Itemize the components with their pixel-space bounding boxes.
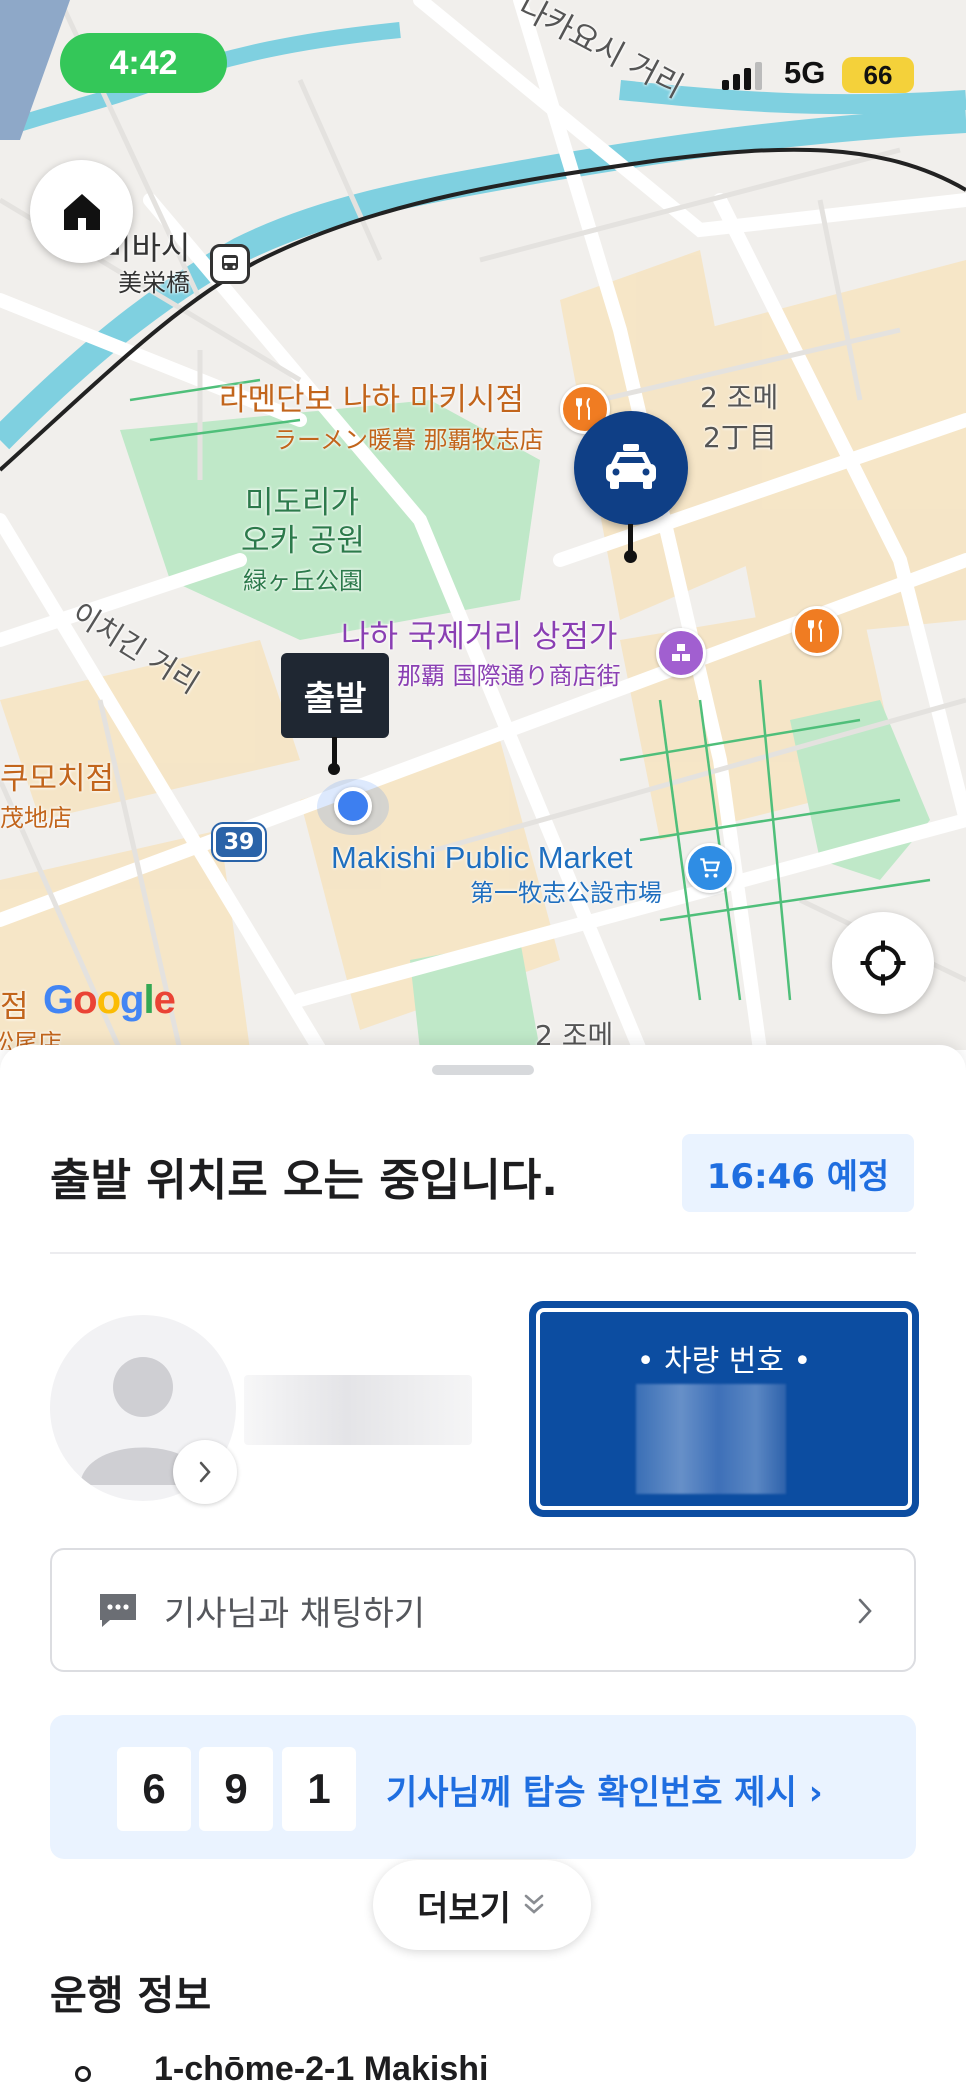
plate-label: • 차량 번호 • (636, 1344, 812, 1379)
divider (50, 1252, 916, 1254)
crosshair-icon (860, 940, 906, 986)
chat-label: 기사님과 채팅하기 (164, 1593, 426, 1634)
pin-digit: 6 (117, 1747, 191, 1831)
signal-icon (722, 62, 762, 90)
boarding-pin-box[interactable]: 6 9 1 기사님께 탑승 확인번호 제시 › (50, 1715, 916, 1859)
station-label-ja: 美栄橋 (118, 269, 190, 297)
restaurant-label-ja: ラーメン暖暮 那覇牧志店 (273, 426, 544, 454)
taxi-marker[interactable] (574, 411, 688, 525)
restaurant-poi-icon-2[interactable] (792, 606, 842, 656)
cart-icon[interactable] (685, 843, 735, 893)
market-label-en: Makishi Public Market (331, 840, 633, 875)
home-button[interactable] (30, 160, 133, 263)
start-location-marker[interactable]: 출발 (281, 653, 389, 738)
more-button[interactable]: 더보기 (373, 1860, 591, 1950)
left-edge-label-ko: 점 (0, 989, 29, 1025)
pin-digit: 1 (282, 1747, 356, 1831)
battery-level: 66 (842, 57, 914, 93)
driver-profile-button[interactable] (173, 1440, 237, 1504)
market-label-ja: 第一牧志公設市場 (470, 879, 662, 907)
pin-digit: 9 (199, 1747, 273, 1831)
license-plate: • 차량 번호 • (531, 1303, 917, 1515)
trip-info-title: 운행 정보 (50, 1973, 212, 2019)
chevron-right-icon (858, 1598, 872, 1624)
park-label-ko-2: 오카 공원 (241, 523, 365, 559)
park-label-ja: 緑ヶ丘公園 (243, 567, 363, 595)
sheet-grabber[interactable] (432, 1065, 534, 1075)
chat-bubble-icon (100, 1594, 136, 1627)
bus-icon[interactable] (210, 244, 250, 284)
start-marker-dot (328, 763, 340, 775)
district-label-ko: 2 조메 (700, 381, 779, 414)
eta-badge: 16:46 예정 (682, 1134, 914, 1212)
more-label: 더보기 (417, 1888, 511, 1929)
google-logo: Google (43, 978, 176, 1022)
driver-name (244, 1375, 472, 1445)
taxi-icon (606, 444, 656, 489)
network-type: 5G (784, 55, 826, 90)
home-icon (63, 193, 100, 230)
chevron-right-icon (199, 1461, 211, 1483)
origin-dot-icon (75, 2066, 91, 2082)
my-location-button[interactable] (832, 912, 934, 1014)
shopping-label-ja: 那覇 国際通り商店街 (397, 662, 621, 690)
ride-status-title: 출발 위치로 오는 중입니다. (50, 1155, 558, 1206)
shopping-poi-icon[interactable] (656, 628, 706, 678)
taxi-marker-dot (624, 550, 637, 563)
tsumuji-label-ja: 茂地店 (0, 804, 72, 832)
park-label-ko-1: 미도리가 (245, 485, 360, 521)
map-view[interactable]: 나카요시 거리 비바시 美栄橋 라멘단보 나하 마키시점 ラーメン暖暮 那覇牧志… (0, 0, 966, 1050)
status-time: 4:42 (60, 33, 227, 93)
tsumuji-label-ko: 쿠모치점 (0, 761, 115, 797)
plate-number (636, 1384, 786, 1494)
trip-origin-address: 1-chōme-2-1 Makishi (154, 2050, 489, 2088)
shopping-label-ko: 나하 국제거리 상점가 (341, 619, 618, 655)
district-label-ja: 2丁目 (703, 421, 777, 454)
pin-instruction[interactable]: 기사님께 탑승 확인번호 제시 › (386, 1765, 823, 1814)
route-39-shield: 39 (213, 824, 265, 860)
double-chevron-down-icon (524, 1894, 544, 1914)
restaurant-label-ko: 라멘단보 나하 마키시점 (219, 382, 524, 418)
current-location-dot (334, 787, 372, 825)
chat-with-driver-button[interactable]: 기사님과 채팅하기 (50, 1548, 916, 1672)
ride-status-sheet: 출발 위치로 오는 중입니다. 16:46 예정 • 차량 번호 • 기사님과 … (0, 1045, 966, 2091)
